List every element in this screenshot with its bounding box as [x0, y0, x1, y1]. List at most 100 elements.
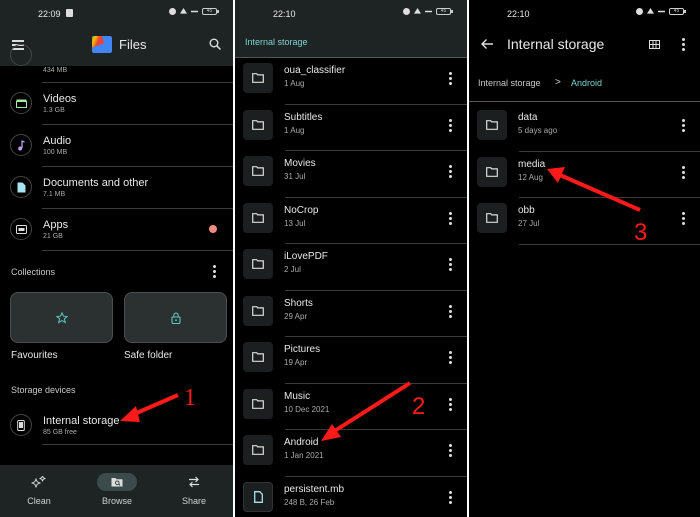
item-meta: 1 Jan 2021 [284, 451, 324, 460]
item-name: persistent.mb [284, 483, 345, 495]
folder-icon [477, 156, 507, 187]
notification-dot [209, 225, 217, 233]
item-meta: 2 Jul [284, 265, 301, 274]
airplane-icon [658, 10, 665, 13]
breadcrumb-separator: > [555, 77, 561, 88]
file-list-item[interactable]: Pictures 19 Apr [235, 337, 467, 384]
status-icons: 45 [169, 8, 219, 15]
file-list-item[interactable]: Music 10 Dec 2021 [235, 384, 467, 430]
battery-icon: 45 [202, 8, 219, 15]
item-more-options-icon[interactable] [449, 351, 452, 364]
file-list-item[interactable]: Shorts 29 Apr [235, 291, 467, 337]
internal-storage-list-screen: 22:10 45 Internal storage oua_classifier… [235, 0, 467, 517]
status-icons: 45 [403, 8, 453, 15]
status-time: 22:10 [507, 9, 530, 19]
nav-share[interactable]: Share [164, 473, 224, 506]
folder-icon [243, 249, 273, 279]
item-name: Android [284, 437, 319, 448]
file-list-item[interactable]: oua_classifier 1 Aug [235, 58, 467, 105]
file-list-item[interactable]: media 12 Aug [469, 152, 700, 198]
notification-icon [66, 9, 73, 17]
category-size: 21 GB [43, 233, 63, 240]
airplane-icon [425, 10, 432, 13]
item-more-options-icon[interactable] [449, 211, 452, 225]
images-icon [10, 44, 32, 66]
nav-browse-label: Browse [101, 496, 132, 506]
category-videos[interactable]: Videos 1.3 GB [0, 83, 233, 125]
file-list-item[interactable]: persistent.mb 248 B, 26 Feb [235, 477, 467, 517]
internal-storage-item[interactable]: Internal storage 85 GB free [0, 405, 233, 445]
item-more-options-icon[interactable] [449, 397, 452, 411]
folder-icon [243, 342, 273, 372]
favourites-label: Favourites [11, 350, 58, 361]
phone-icon [10, 414, 32, 436]
folder-icon [243, 388, 273, 419]
more-options-icon[interactable] [213, 265, 216, 278]
music-note-icon [10, 134, 32, 156]
back-arrow-icon[interactable] [480, 38, 494, 50]
category-documents[interactable]: Documents and other 7.1 MB [0, 167, 233, 209]
mute-icon [414, 8, 421, 14]
folder-icon [243, 109, 273, 140]
more-options-icon[interactable] [682, 38, 685, 51]
item-meta: 1 Aug [284, 125, 305, 135]
file-list-item[interactable]: data 5 days ago [469, 105, 700, 152]
divider [519, 243, 700, 245]
item-name: data [518, 112, 538, 123]
breadcrumb-bar: Internal storage [235, 24, 467, 58]
item-name: Shorts [284, 297, 313, 309]
file-list-item[interactable]: iLovePDF 2 Jul [235, 244, 467, 291]
category-audio[interactable]: Audio 100 MB [0, 125, 233, 167]
item-name: NoCrop [284, 204, 319, 216]
folder-icon [477, 110, 507, 140]
item-name: Music [284, 390, 311, 402]
category-images[interactable]: 434 MB [0, 44, 233, 83]
category-size: 1.3 GB [43, 107, 65, 114]
nav-clean[interactable]: Clean [9, 473, 69, 506]
breadcrumb-current[interactable]: Android [571, 78, 602, 88]
star-icon [55, 311, 68, 324]
file-list-item[interactable]: obb 27 Jul [469, 198, 700, 245]
folder-icon [243, 202, 273, 233]
airplane-icon [191, 10, 198, 13]
file-list-item[interactable]: Movies 31 Jul [235, 151, 467, 198]
safe-folder-card[interactable] [124, 292, 227, 343]
item-name: Subtitles [284, 111, 323, 123]
item-more-options-icon[interactable] [449, 118, 452, 132]
item-more-options-icon[interactable] [449, 72, 452, 85]
folder-search-icon [97, 473, 137, 491]
item-more-options-icon[interactable] [449, 258, 452, 271]
file-list-item[interactable]: Subtitles 1 Aug [235, 105, 467, 151]
category-name: Documents and other [43, 177, 149, 189]
folder-icon [243, 295, 273, 326]
item-more-options-icon[interactable] [682, 165, 685, 179]
file-list-item[interactable]: Android 1 Jan 2021 [235, 430, 467, 477]
item-name: oua_classifier [284, 65, 346, 76]
storage-free: 85 GB free [43, 429, 77, 436]
item-more-options-icon[interactable] [449, 304, 452, 318]
category-apps[interactable]: Apps 21 GB [0, 209, 233, 251]
nav-browse[interactable]: Browse [87, 473, 147, 506]
grid-view-icon[interactable] [649, 40, 660, 49]
folder-icon [477, 203, 507, 233]
item-more-options-icon[interactable] [682, 212, 685, 225]
breadcrumb-current[interactable]: Internal storage [245, 37, 308, 47]
item-more-options-icon[interactable] [449, 490, 452, 504]
mute-icon [180, 8, 187, 14]
safe-folder-label: Safe folder [124, 350, 173, 361]
category-name: Audio [43, 135, 72, 147]
breadcrumb: Internal storage > Android [469, 66, 700, 102]
status-time: 22:09 [38, 9, 61, 19]
sparkle-icon [9, 473, 69, 491]
item-more-options-icon[interactable] [449, 444, 452, 457]
item-more-options-icon[interactable] [449, 165, 452, 178]
alarm-icon [403, 8, 410, 15]
item-meta: 248 B, 26 Feb [284, 497, 335, 507]
item-meta: 31 Jul [284, 172, 306, 181]
item-more-options-icon[interactable] [682, 119, 685, 132]
breadcrumb-root[interactable]: Internal storage [478, 78, 541, 88]
category-size: 7.1 MB [43, 191, 66, 198]
file-list-item[interactable]: NoCrop 13 Jul [235, 198, 467, 244]
status-icons: 45 [636, 8, 686, 15]
favourites-card[interactable] [10, 292, 113, 343]
